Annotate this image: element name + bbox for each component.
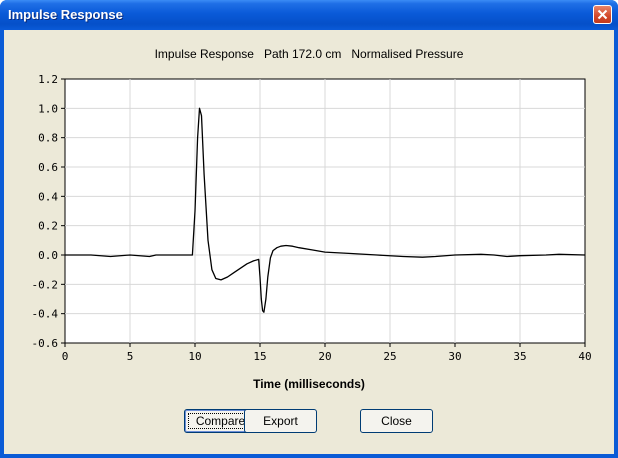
y-tick-label: 0.4 (38, 190, 58, 203)
y-tick-label: 0.6 (38, 161, 58, 174)
export-button-label: Export (263, 414, 298, 428)
y-tick-label: -0.4 (32, 308, 59, 321)
export-button[interactable]: Export (244, 409, 317, 433)
title-bar[interactable]: Impulse Response (0, 0, 618, 30)
impulse-response-chart: 0 5 10 15 20 25 30 35 40 1.2 1.0 0.8 0.6 0.4 0.2 0.0 -0.… (32, 73, 592, 363)
y-tick-label: -0.2 (32, 278, 59, 291)
compare-button-label: Compare (195, 414, 246, 428)
x-tick-label: 35 (513, 350, 526, 363)
y-tick-label: 1.0 (38, 102, 58, 115)
y-tick-label: 0.2 (38, 220, 58, 233)
impulse-response-window: Impulse Response Impulse Response Path 1… (0, 0, 618, 458)
x-tick-label: 0 (62, 350, 69, 363)
x-tick-label: 5 (127, 350, 134, 363)
close-x-icon (597, 9, 608, 20)
window-close-button[interactable] (593, 5, 612, 24)
x-tick-label: 20 (318, 350, 331, 363)
dialog-client-area: Impulse Response Path 172.0 cm Normalise… (4, 30, 614, 454)
y-tick-label: 0.0 (38, 249, 58, 262)
x-tick-label: 40 (578, 350, 591, 363)
y-tick-label: 1.2 (38, 73, 58, 86)
close-button-label: Close (381, 414, 412, 428)
x-tick-label: 10 (188, 350, 201, 363)
close-button[interactable]: Close (360, 409, 433, 433)
y-tick-label: 0.8 (38, 132, 58, 145)
x-tick-label: 25 (383, 350, 396, 363)
x-tick-label: 15 (253, 350, 266, 363)
x-axis-label: Time (milliseconds) (253, 377, 365, 391)
window-title: Impulse Response (8, 7, 123, 22)
y-tick-label: -0.6 (32, 337, 59, 350)
x-tick-label: 30 (448, 350, 461, 363)
